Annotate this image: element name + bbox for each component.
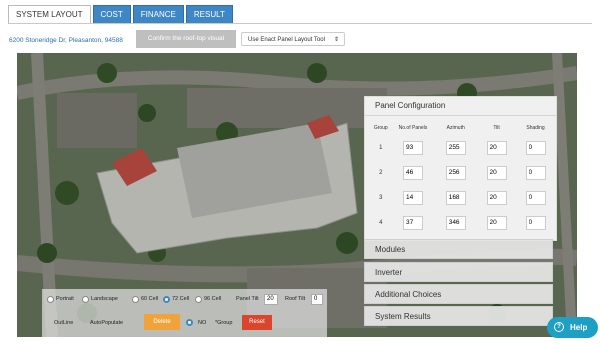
- cell60-radio[interactable]: [132, 296, 139, 303]
- panel-tilt-input[interactable]: 20: [264, 294, 278, 305]
- col-shading: Shading: [526, 125, 545, 131]
- address-text: 6200 Stoneridge Dr, Pleasanton, 94588: [9, 37, 123, 44]
- cell60-label: 60 Cell: [141, 296, 159, 302]
- table-row: 3: [369, 185, 556, 210]
- col-tilt: Tilt: [493, 125, 500, 131]
- tab-cost[interactable]: COST: [92, 5, 131, 23]
- roof-tilt-label: Roof Tilt: [285, 296, 306, 302]
- group-number: 1: [379, 144, 383, 151]
- group-number: 3: [379, 194, 383, 201]
- accordion-system-results[interactable]: System Results: [364, 306, 553, 326]
- cell72-radio[interactable]: [163, 296, 170, 303]
- table-row: 4: [369, 210, 556, 235]
- table-row: 1: [369, 135, 556, 160]
- panels-input[interactable]: [402, 190, 423, 205]
- group-label: *Group: [215, 320, 233, 326]
- delete-button[interactable]: Delete: [144, 314, 180, 330]
- accordion-modules[interactable]: Modules: [364, 239, 553, 259]
- question-icon: ?: [554, 322, 564, 332]
- azimuth-input[interactable]: [445, 215, 466, 230]
- panels-input[interactable]: [402, 140, 423, 155]
- tab-result[interactable]: RESULT: [185, 5, 233, 23]
- azimuth-input[interactable]: [445, 165, 466, 180]
- autopopulate-label[interactable]: AutoPopulate: [90, 320, 123, 326]
- tilt-input[interactable]: [486, 165, 507, 180]
- roof-tilt-input[interactable]: 0: [311, 294, 323, 305]
- panel-config-title[interactable]: Panel Configuration: [365, 97, 556, 116]
- shading-input[interactable]: [525, 190, 546, 205]
- help-button[interactable]: ? Help: [547, 317, 598, 338]
- tilt-input[interactable]: [486, 190, 507, 205]
- layout-tool-select[interactable]: Use Enact Panel Layout Tool ⇕: [241, 32, 345, 46]
- col-panels: No.of Panels: [398, 125, 428, 131]
- panels-input[interactable]: [402, 215, 423, 230]
- panels-input[interactable]: [402, 165, 423, 180]
- shading-input[interactable]: [525, 165, 546, 180]
- landscape-label: Landscape: [91, 296, 118, 302]
- table-row: 2: [369, 160, 556, 185]
- tab-system-layout[interactable]: SYSTEM LAYOUT: [8, 5, 91, 23]
- portrait-radio[interactable]: [47, 296, 54, 303]
- accordion-inverter[interactable]: Inverter: [364, 262, 553, 282]
- azimuth-input[interactable]: [445, 190, 466, 205]
- reset-button[interactable]: Reset: [242, 315, 272, 330]
- cell96-radio[interactable]: [195, 296, 202, 303]
- no-radio[interactable]: [186, 319, 193, 326]
- help-label: Help: [570, 323, 588, 332]
- azimuth-input[interactable]: [445, 140, 466, 155]
- no-label: NO: [198, 320, 207, 326]
- shading-input[interactable]: [525, 215, 546, 230]
- confirm-rooftop-button[interactable]: Confirm the roof-top visual: [136, 30, 236, 48]
- tab-divider: [8, 23, 592, 24]
- panel-config-table: Group No.of Panels Azimuth Tilt Shading …: [369, 121, 556, 235]
- portrait-label: Portrait: [56, 296, 74, 302]
- tab-bar: SYSTEM LAYOUT COST FINANCE RESULT: [8, 5, 233, 23]
- col-group: Group: [373, 125, 388, 131]
- group-number: 4: [379, 219, 383, 226]
- chevron-updown-icon: ⇕: [333, 37, 339, 43]
- landscape-radio[interactable]: [82, 296, 89, 303]
- cell96-label: 96 Cell: [204, 296, 222, 302]
- col-azimuth: Azimuth: [446, 125, 465, 131]
- panel-configuration: Panel Configuration Group No.of Panels A…: [364, 96, 557, 241]
- panel-tilt-label: Panel Tilt: [236, 296, 259, 302]
- outline-label[interactable]: OutLine: [54, 320, 73, 326]
- layout-tool-select-value: Use Enact Panel Layout Tool: [248, 37, 325, 43]
- cell72-label: 72 Cell: [172, 296, 190, 302]
- tilt-input[interactable]: [486, 140, 507, 155]
- tilt-input[interactable]: [486, 215, 507, 230]
- group-number: 2: [379, 169, 383, 176]
- accordion-additional-choices[interactable]: Additional Choices: [364, 284, 553, 304]
- shading-input[interactable]: [525, 140, 546, 155]
- tab-finance[interactable]: FINANCE: [132, 5, 184, 23]
